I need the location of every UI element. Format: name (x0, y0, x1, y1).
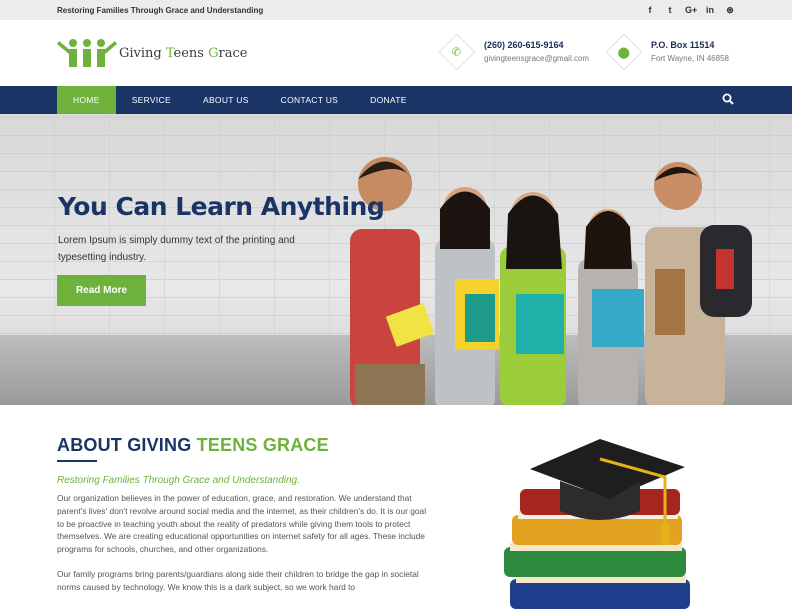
city-address: Fort Wayne, IN 46858 (651, 54, 729, 63)
phone-icon: ✆ (452, 46, 462, 59)
dribbble-icon[interactable]: ⊛ (725, 5, 735, 16)
linkedin-icon[interactable]: in (705, 5, 715, 16)
about-paragraph-1: Our organization believes in the power o… (57, 493, 427, 555)
nav-about-us[interactable]: ABOUT US (187, 86, 265, 114)
top-bar: Restoring Families Through Grace and Und… (0, 0, 792, 20)
site-logo[interactable]: Giving Teens Grace (57, 35, 247, 71)
logo-figures-icon (57, 39, 117, 67)
hero-banner: You Can Learn Anything Lorem Ipsum is si… (0, 114, 792, 405)
read-more-button[interactable]: Read More (57, 275, 146, 306)
facebook-icon[interactable]: f (645, 5, 655, 16)
students-image (350, 157, 752, 405)
google-plus-icon[interactable]: G+ (685, 5, 697, 16)
address-contact: ⬤ P.O. Box 11514 Fort Wayne, IN 46858 (605, 33, 729, 71)
twitter-icon[interactable]: t (665, 5, 675, 16)
hero-text: Lorem Ipsum is simply dummy text of the … (58, 235, 295, 263)
nav-donate[interactable]: DONATE (354, 86, 423, 114)
about-section: ABOUT GIVING TEENS GRACE Restoring Famil… (0, 405, 792, 609)
nav-service[interactable]: SERVICE (116, 86, 187, 114)
search-icon[interactable] (722, 93, 734, 108)
po-box: P.O. Box 11514 (651, 40, 715, 50)
phone-number[interactable]: (260) 260-615-9164 (484, 38, 589, 52)
phone-icon-frame: ✆ (438, 33, 476, 71)
email-address[interactable]: givingteensgrace@gmail.com (484, 52, 589, 66)
nav-home[interactable]: HOME (57, 86, 116, 114)
location-pin-icon: ⬤ (617, 46, 631, 59)
title-underline (57, 460, 97, 462)
graduation-books-image (504, 439, 690, 609)
social-links: f t G+ in ⊛ (645, 5, 735, 16)
hero-title: You Can Learn Anything (58, 192, 385, 221)
logo-text: Giving Teens Grace (119, 45, 248, 61)
site-header: Giving Teens Grace ✆ (260) 260-615-9164 … (0, 20, 792, 86)
about-paragraph-2: Our family programs bring parents/guardi… (57, 568, 419, 592)
nav-contact-us[interactable]: CONTACT US (265, 86, 354, 114)
location-icon-frame: ⬤ (605, 33, 643, 71)
main-navigation: HOME SERVICE ABOUT US CONTACT US DONATE (0, 86, 792, 114)
tagline: Restoring Families Through Grace and Und… (57, 5, 264, 15)
phone-contact: ✆ (260) 260-615-9164 givingteensgrace@gm… (438, 33, 589, 71)
